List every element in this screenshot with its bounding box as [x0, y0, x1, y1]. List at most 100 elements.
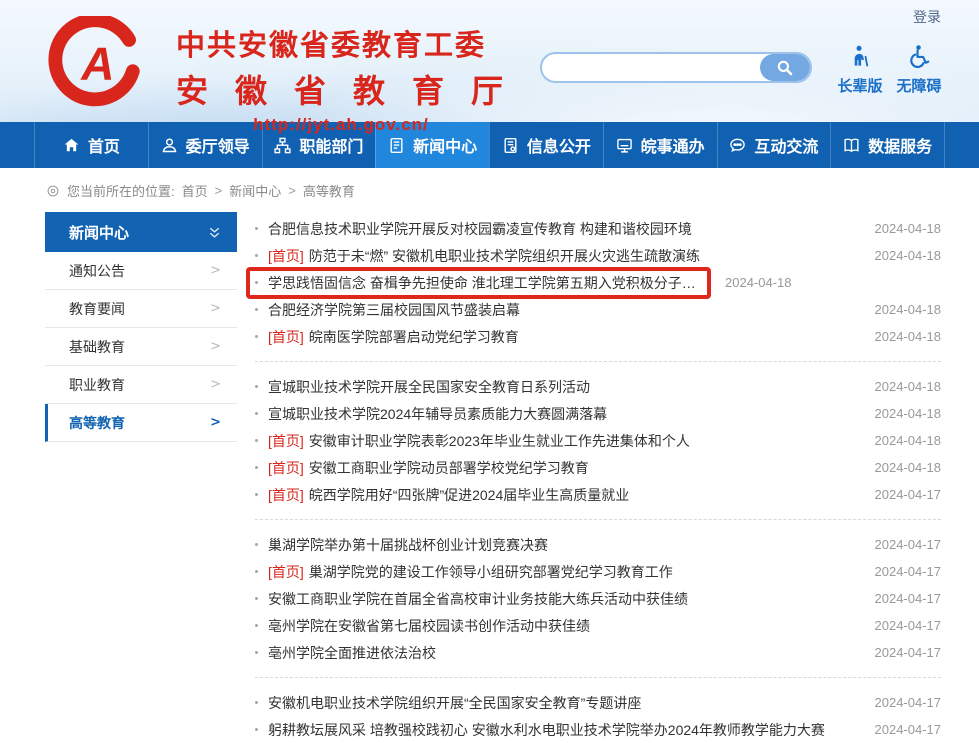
news-date: 2024-04-18 [875, 433, 942, 448]
bullet-dot-icon [255, 227, 258, 230]
book-icon [843, 137, 860, 154]
news-list-item: [首页] 巢湖学院党的建设工作领导小组研究部署党纪学习教育工作 2024-04-… [255, 558, 941, 585]
news-date: 2024-04-18 [875, 460, 942, 475]
news-link[interactable]: 合肥信息技术职业学院开展反对校园霸凌宣传教育 构建和谐校园环境 [268, 219, 692, 239]
sidebar-item-2[interactable]: 基础教育 > [45, 328, 237, 366]
news-date: 2024-04-18 [875, 406, 942, 421]
chevron-right-icon: > [210, 263, 221, 278]
wheelchair-icon [907, 44, 931, 68]
news-list-item: [首页] 防范于未“燃” 安徽机电职业技术学院组织开展火灾逃生疏散演练 2024… [255, 242, 941, 269]
bullet-dot-icon [255, 570, 258, 573]
news-list-item: 宣城职业技术学院2024年辅导员素质能力大赛圆满落幕 2024-04-18 [255, 400, 941, 427]
search-icon [776, 59, 794, 77]
news-date: 2024-04-17 [875, 487, 942, 502]
news-link[interactable]: 皖南医学院部署启动党纪学习教育 [309, 327, 519, 347]
bullet-dot-icon [255, 493, 258, 496]
news-link[interactable]: 宣城职业技术学院开展全民国家安全教育日系列活动 [268, 377, 590, 397]
breadcrumb-parts: 首页 > 新闻中心 > 高等教育 [182, 181, 355, 200]
location-pin-icon [46, 184, 60, 198]
news-list-item: [首页] 皖西学院用好“四张牌”促进2024届毕业生高质量就业 2024-04-… [255, 481, 941, 508]
bullet-dot-icon [255, 543, 258, 546]
news-date: 2024-04-18 [875, 379, 942, 394]
org-name-line2: 安徽省教育厅 [176, 66, 506, 112]
news-link[interactable]: 亳州学院在安徽省第七届校园读书创作活动中获佳绩 [268, 616, 590, 636]
nav-item-4[interactable]: 信息公开 [489, 122, 603, 168]
news-list-item: 亳州学院全面推进依法治校 2024-04-17 [255, 639, 941, 666]
accessibility-button[interactable]: 无障碍 [892, 44, 946, 96]
news-link[interactable]: 巢湖学院党的建设工作领导小组研究部署党纪学习教育工作 [309, 562, 673, 582]
search-input[interactable] [542, 54, 760, 81]
group-separator [255, 519, 941, 520]
svg-text:A: A [80, 37, 114, 89]
bullet-dot-icon [255, 597, 258, 600]
nav-item-6[interactable]: 互动交流 [717, 122, 831, 168]
chevron-right-icon: > [210, 339, 221, 354]
group-separator [255, 677, 941, 678]
document-icon [502, 137, 519, 154]
org-name-block: 中共安徽省委教育工委 安徽省教育厅 http://jyt.ah.gov.cn/ [176, 22, 506, 135]
news-link[interactable]: 防范于未“燃” 安徽机电职业技术学院组织开展火灾逃生疏散演练 [309, 246, 700, 266]
sidebar-item-1[interactable]: 教育要闻 > [45, 290, 237, 328]
home-icon [63, 137, 80, 154]
news-date: 2024-04-17 [875, 695, 942, 710]
front-page-tag: [首页] [268, 562, 304, 582]
breadcrumb-link-1[interactable]: 新闻中心 [229, 181, 281, 200]
news-link[interactable]: 亳州学院全面推进依法治校 [268, 643, 436, 663]
front-page-tag: [首页] [268, 485, 304, 505]
sidebar-item-4[interactable]: 高等教育 > [45, 404, 237, 442]
news-list-item: 合肥信息技术职业学院开展反对校园霸凌宣传教育 构建和谐校园环境 2024-04-… [255, 215, 941, 242]
bullet-dot-icon [255, 412, 258, 415]
search-button[interactable] [760, 54, 810, 81]
news-link[interactable]: 安徽工商职业学院动员部署学校党纪学习教育 [309, 458, 589, 478]
sidebar: 新闻中心 通知公告 > 教育要闻 > 基础教育 > 职业教育 > 高等教育 > [45, 212, 237, 442]
news-list-item: 巢湖学院举办第十届挑战杯创业计划竞赛决赛 2024-04-17 [255, 531, 941, 558]
news-link[interactable]: 学思践悟固信念 奋楫争先担使命 淮北理工学院第五期入党积极分子培训班开班 [268, 273, 697, 293]
org-name-line1: 中共安徽省委教育工委 [176, 22, 506, 64]
nav-item-0[interactable]: 首页 [34, 122, 148, 168]
bullet-dot-icon [255, 254, 258, 257]
site-logo-icon: A [48, 16, 144, 108]
news-list-item: 合肥经济学院第三届校园国风节盛装启幕 2024-04-18 [255, 296, 941, 323]
chevron-right-icon: > [210, 415, 221, 430]
news-list-item: 安徽机电职业技术学院组织开展“全民国家安全教育”专题讲座 2024-04-17 [255, 689, 941, 716]
elder-person-icon [848, 44, 872, 68]
sidebar-item-0[interactable]: 通知公告 > [45, 252, 237, 290]
front-page-tag: [首页] [268, 327, 304, 347]
sidebar-header[interactable]: 新闻中心 [45, 212, 237, 252]
news-link[interactable]: 安徽工商职业学院在首届全省高校审计业务技能大练兵活动中获佳绩 [268, 589, 688, 609]
news-date: 2024-04-18 [875, 221, 942, 236]
bullet-dot-icon [255, 624, 258, 627]
news-list-item: 安徽工商职业学院在首届全省高校审计业务技能大练兵活动中获佳绩 2024-04-1… [255, 585, 941, 612]
news-list-item: [首页] 安徽审计职业学院表彰2023年毕业生就业工作先进集体和个人 2024-… [255, 427, 941, 454]
bullet-dot-icon [255, 439, 258, 442]
front-page-tag: [首页] [268, 458, 304, 478]
login-link[interactable]: 登录 [913, 7, 941, 27]
news-link[interactable]: 安徽机电职业技术学院组织开展“全民国家安全教育”专题讲座 [268, 693, 641, 713]
news-link[interactable]: 合肥经济学院第三届校园国风节盛装启幕 [268, 300, 520, 320]
news-date: 2024-04-18 [725, 275, 792, 290]
elder-version-button[interactable]: 长辈版 [833, 44, 887, 96]
news-date: 2024-04-17 [875, 645, 942, 660]
news-link[interactable]: 安徽审计职业学院表彰2023年毕业生就业工作先进集体和个人 [309, 431, 690, 451]
breadcrumb-link-0[interactable]: 首页 [182, 181, 208, 200]
nav-item-5[interactable]: 皖事通办 [603, 122, 717, 168]
news-link[interactable]: 巢湖学院举办第十届挑战杯创业计划竞赛决赛 [268, 535, 548, 555]
news-list-item: [首页] 皖南医学院部署启动党纪学习教育 2024-04-18 [255, 323, 941, 350]
news-date: 2024-04-18 [875, 302, 942, 317]
news-list: 合肥信息技术职业学院开展反对校园霸凌宣传教育 构建和谐校园环境 2024-04-… [255, 212, 941, 743]
front-page-tag: [首页] [268, 246, 304, 266]
search-bar [540, 52, 812, 83]
breadcrumb-separator: > [288, 183, 296, 198]
breadcrumb-link-2[interactable]: 高等教育 [303, 181, 355, 200]
news-link[interactable]: 宣城职业技术学院2024年辅导员素质能力大赛圆满落幕 [268, 404, 607, 424]
sidebar-items: 通知公告 > 教育要闻 > 基础教育 > 职业教育 > 高等教育 > [45, 252, 237, 442]
news-link[interactable]: 皖西学院用好“四张牌”促进2024届毕业生高质量就业 [309, 485, 629, 505]
breadcrumb-separator: > [215, 183, 223, 198]
sidebar-item-3[interactable]: 职业教育 > [45, 366, 237, 404]
news-date: 2024-04-17 [875, 564, 942, 579]
news-date: 2024-04-17 [875, 618, 942, 633]
front-page-tag: [首页] [268, 431, 304, 451]
chevron-right-icon: > [210, 301, 221, 316]
news-list-item: [首页] 安徽工商职业学院动员部署学校党纪学习教育 2024-04-18 [255, 454, 941, 481]
nav-item-7[interactable]: 数据服务 [830, 122, 945, 168]
